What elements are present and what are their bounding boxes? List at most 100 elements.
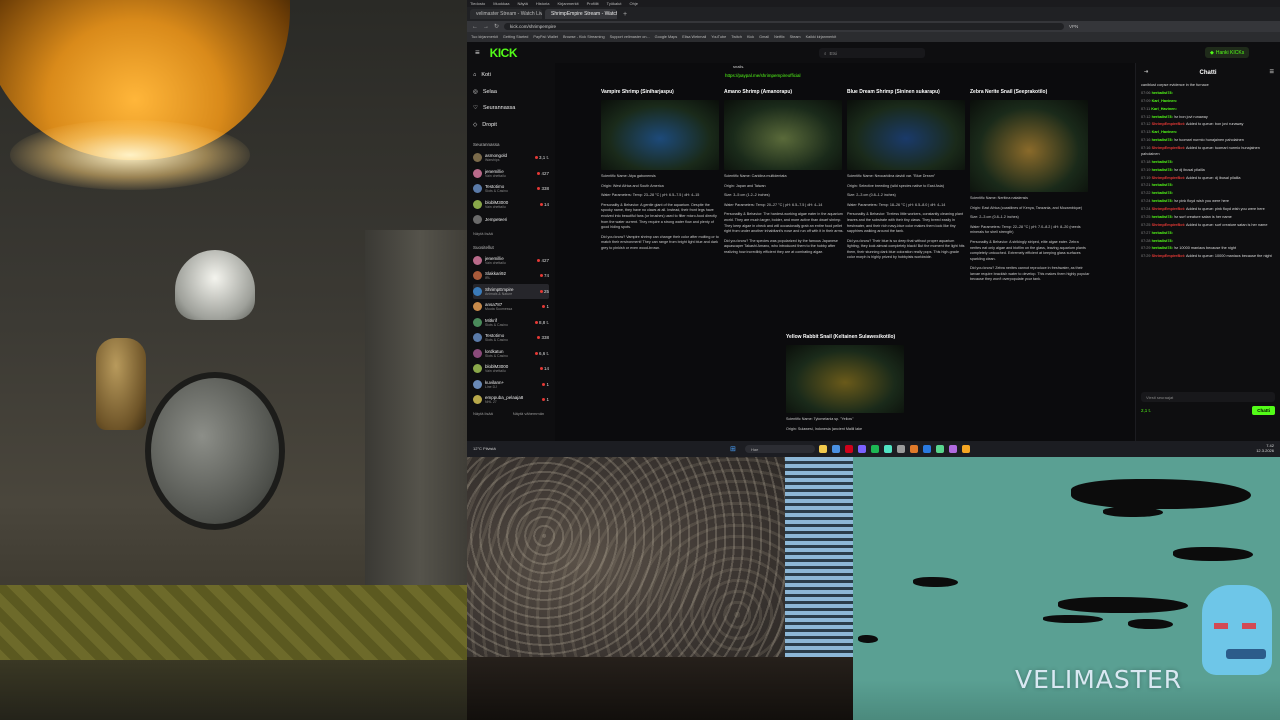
bookmark-item[interactable]: Netflix [774,35,785,39]
menu-item[interactable]: Työkalut [607,1,622,6]
bookmark-item[interactable]: Tuo kirjanmerkit [471,35,498,39]
chat-users-icon[interactable]: ☰ [1270,69,1274,75]
taskbar-app-icon[interactable] [923,445,931,453]
menu-item[interactable]: Muokkaa [493,1,509,6]
bookmark-item[interactable]: Getting Started [503,35,529,39]
channel-item[interactable]: Testotimo Slots & Casino 338 [473,181,549,197]
show-less-label[interactable]: Näytä vähemmän [513,411,544,416]
bookmark-item[interactable]: Browse - Kick Streaming [563,35,605,39]
message-user[interactable]: herbalist78: [1152,138,1173,142]
windows-start-icon[interactable]: ⊞ [730,445,736,453]
sidebar-item-1[interactable]: ◎ Selaa [473,84,549,101]
bookmark-item[interactable]: Support velimaster on... [610,35,650,39]
sidebar-item-0[interactable]: ⌂ Koti [473,67,549,84]
bookmark-item[interactable]: YouTube [711,35,726,39]
sidebar-item-2[interactable]: ♡ Seurannassa [473,100,549,117]
channel-item[interactable]: Slakkari92 IRL 74 [473,268,549,284]
channel-item[interactable]: asmongold Warships 3,1 t. [473,150,549,166]
menu-item[interactable]: Profiilit [587,1,599,6]
channel-item[interactable]: bloblM3000 Vain chettailu 14 [473,361,549,377]
channel-item[interactable]: Testotimo Slots & Casino 338 [473,330,549,346]
message-user[interactable]: herbalist78: [1152,239,1173,243]
channel-item[interactable]: Mitkrif Slots & Casino 8,8 t. [473,315,549,331]
taskbar-app-icon[interactable] [910,445,918,453]
message-user[interactable]: ShrimpEmpireBot: [1152,176,1186,180]
message-user[interactable]: herbalist78: [1152,191,1173,195]
taskbar-app-icon[interactable] [832,445,840,453]
hamburger-icon[interactable]: ≡ [475,48,480,57]
url-field[interactable]: kick.com/shrimpempire [504,23,1065,30]
taskbar-app-icon[interactable] [845,445,853,453]
collapse-chat-icon[interactable]: ⇥ [1144,69,1148,75]
weather-widget[interactable]: 12°C Pilvistä [473,446,496,452]
bookmark-item[interactable]: Steam [790,35,801,39]
get-kicks-button[interactable]: ◆ Hanki KICKs [1205,47,1250,58]
new-tab-button[interactable]: + [620,11,630,18]
taskbar-search[interactable]: Hae [745,445,815,453]
chat-points[interactable]: 2,1 t. [1141,408,1151,413]
kick-logo[interactable]: KICK [490,46,518,60]
channel-item[interactable]: jenemillie Vain chettailu 427 [473,166,549,182]
taskbar-app-icon[interactable] [871,445,879,453]
taskbar-app-icon[interactable] [949,445,957,453]
bookmark-item[interactable]: Elisa Webmail [682,35,706,39]
reload-icon[interactable]: ↻ [494,23,499,30]
search-input[interactable]: ⌕ Etsi [819,48,925,58]
taskbar-app-icon[interactable] [858,445,866,453]
taskbar-app-icon[interactable] [819,445,827,453]
message-user[interactable]: ShrimpEmpireBot: [1152,122,1186,126]
chat-input[interactable]: Viesti seuraajat [1141,392,1275,402]
chat-send-button[interactable]: Chatti [1252,406,1275,415]
message-user[interactable]: herbalist78: [1152,160,1173,164]
channel-item[interactable]: ShrimpEmpire Animals & Nature 25 [473,283,549,299]
show-more-label[interactable]: Näytä lisää [473,411,493,416]
channel-item[interactable]: kuvilann+ Line DJ 1 [473,377,549,393]
message-user[interactable]: herbalist78: [1152,168,1173,172]
taskbar-app-icon[interactable] [936,445,944,453]
taskbar-clock[interactable]: 7.42 12.3.2026 [1256,443,1274,454]
channel-item[interactable]: emppuba_pelaaja8 NHL 27 1 [473,392,549,408]
message-user[interactable]: ShrimpEmpireBot: [1152,254,1186,258]
message-user[interactable]: herbalist78: [1152,215,1173,219]
message-user[interactable]: herbalist78: [1152,246,1173,250]
menu-item[interactable]: Ohje [630,1,638,6]
menu-item[interactable]: Historia [536,1,550,6]
message-user[interactable]: ShrimpEmpireBot: [1152,207,1186,211]
channel-item[interactable]: jenemillie Vain chettailu 427 [473,253,549,269]
bookmark-item[interactable]: PayPal: Wallet [533,35,558,39]
message-user[interactable]: herbalist78: [1152,91,1173,95]
bookmark-item[interactable]: Google Maps [655,35,678,39]
message-user[interactable]: herbalist78: [1152,231,1173,235]
channel-item[interactable]: Jempeteeri [473,212,549,228]
forward-icon[interactable]: → [483,24,489,30]
message-user[interactable]: ShrimpEmpireBot: [1152,146,1186,150]
message-user[interactable]: herbalist78: [1152,183,1173,187]
show-more-label[interactable]: Näytä lisää [473,231,493,236]
message-user[interactable]: ShrimpEmpireBot: [1152,223,1186,227]
bookmark-item[interactable]: Kick [747,35,754,39]
taskbar-app-icon[interactable] [897,445,905,453]
menu-item[interactable]: Näytä [517,1,527,6]
browser-tab[interactable]: velimaster Stream - Watch Live [470,9,542,19]
message-user[interactable]: Karl_Havinen: [1152,99,1178,103]
bookmark-item[interactable]: Kaikki kirjanmerkit [806,35,837,39]
channel-item[interactable]: bloblM3000 Vain chettailu 14 [473,197,549,213]
paypal-link[interactable]: https://paypal.me/shrimpempireofficial [725,73,800,78]
taskbar-app-icon[interactable] [962,445,970,453]
back-icon[interactable]: ← [472,24,478,30]
message-user[interactable]: herbalist78: [1152,115,1173,119]
channel-item[interactable]: ansa787 Muuta Suomessa 1 [473,299,549,315]
menu-item[interactable]: Kirjanmerkit [557,1,578,6]
show-more-following[interactable]: Näytä lisää [473,231,549,236]
sidebar-item-3[interactable]: ◇ Dropit [473,117,549,134]
taskbar-app-icon[interactable] [884,445,892,453]
message-user[interactable]: Karl_Havinen: [1151,107,1177,111]
vpn-extension[interactable]: VPN [1069,24,1078,29]
message-user[interactable]: herbalist78: [1152,199,1173,203]
bookmark-item[interactable]: Gmail [759,35,769,39]
browser-tab[interactable]: ShrimpEmpire Stream - Watch Live [545,9,617,19]
message-user[interactable]: Karl_Havinen: [1152,130,1178,134]
menu-item[interactable]: Tiedosto [470,1,485,6]
channel-item[interactable]: lordkatun Slots & Casino 6,6 t. [473,346,549,362]
bookmark-item[interactable]: Twitch [731,35,742,39]
